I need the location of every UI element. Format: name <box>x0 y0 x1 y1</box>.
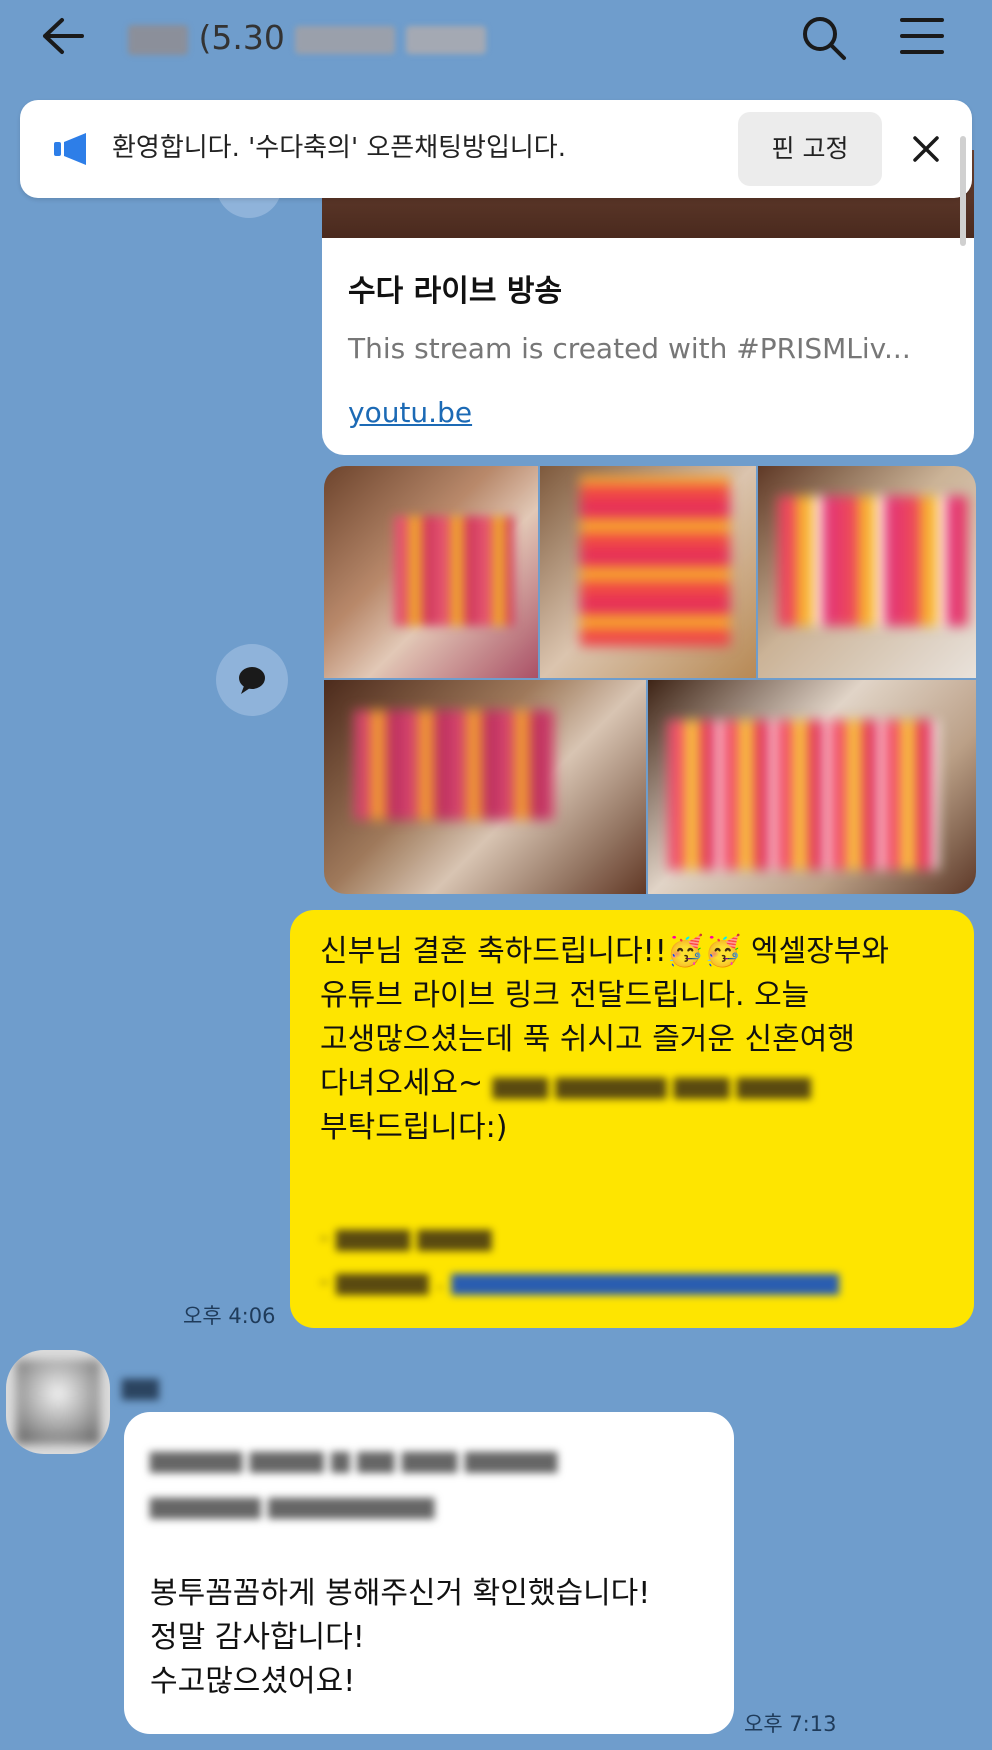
chat-bubble-icon <box>239 667 265 694</box>
link-title: 수다 라이브 방송 <box>348 274 563 309</box>
redacted-line: - ▆▆▆▆ ▆▆▆▆ <box>320 1223 492 1251</box>
their-message-bubble[interactable]: ▆▆▆▆▆ ▆▆▆▆ ▆ ▆▆ ▆▆▆ ▆▆▆▆▆ ▆▆▆▆▆▆ ▆▆▆▆▆▆▆… <box>124 1412 734 1734</box>
my-message-bubble[interactable]: 신부님 결혼 축하드립니다!!🥳🥳 엑셀장부와 유튜브 라이브 링크 전달드립니… <box>290 910 974 1328</box>
avatar[interactable] <box>6 1350 110 1454</box>
chat-header: (5.30 <box>0 0 992 80</box>
sender-name: ▆▆ <box>122 1372 159 1400</box>
photo-grid[interactable] <box>324 466 976 894</box>
share-button[interactable] <box>216 644 288 716</box>
message-line: 수고많으셨어요! <box>150 1664 356 1699</box>
message-line: 봉투꼼꼼하게 봉해주신거 확인했습니다! <box>150 1576 651 1611</box>
message-line: 부탁드립니다:) <box>320 1110 508 1145</box>
message-line: 다녀오세요~ <box>320 1066 484 1101</box>
message-time: 오후 7:13 <box>744 1712 837 1736</box>
message-line: 유튜브 라이브 링크 전달드립니다. 오늘 <box>320 978 810 1013</box>
message-line: 고생많으셨는데 푹 쉬시고 즐거운 신혼여행 <box>320 1022 855 1057</box>
megaphone-icon <box>54 133 86 165</box>
hamburger-menu-icon[interactable] <box>898 14 946 58</box>
redacted-link-line[interactable]: - ▆▆▆▆▆ . ▆▆▆▆▆▆▆▆▆▆▆▆▆▆▆▆▆▆▆▆▆ <box>320 1258 839 1303</box>
arrow-left-icon[interactable] <box>40 16 86 56</box>
photo-thumbnail[interactable] <box>540 466 756 678</box>
message-line-4: 다녀오세요~ ▆▆▆ ▆▆▆▆▆▆ ▆▆▆ ▆▆▆▆ <box>320 1062 811 1107</box>
search-icon[interactable] <box>798 12 850 64</box>
chat-title-date: 5.30 <box>211 18 285 57</box>
message-time: 오후 4:06 <box>183 1304 276 1328</box>
message-line: 정말 감사합니다! <box>150 1620 365 1655</box>
notice-text: 환영합니다. '수다축의' 오픈채팅방입니다. <box>112 133 566 163</box>
photo-thumbnail[interactable] <box>758 466 976 678</box>
chat-room-title: (5.30 <box>128 16 518 60</box>
photo-thumbnail[interactable] <box>648 680 976 894</box>
pin-button[interactable]: 핀 고정 <box>738 112 882 186</box>
message-line: 신부님 결혼 축하드립니다!!🥳🥳 엑셀장부와 <box>320 934 889 969</box>
photo-thumbnail[interactable] <box>324 466 538 678</box>
redacted-line: ▆▆▆▆▆▆ ▆▆▆▆▆▆▆▆▆ <box>150 1491 435 1519</box>
link-url[interactable]: youtu.be <box>348 396 472 429</box>
redacted-line: ▆▆▆▆▆ ▆▆▆▆ ▆ ▆▆ ▆▆▆ ▆▆▆▆▆ <box>150 1445 558 1473</box>
redacted-text: ▆▆▆ ▆▆▆▆▆▆ ▆▆▆ ▆▆▆▆ <box>492 1071 811 1099</box>
scrollbar[interactable] <box>960 136 966 246</box>
photo-thumbnail[interactable] <box>324 680 646 894</box>
notice-banner[interactable]: 환영합니다. '수다축의' 오픈채팅방입니다. 핀 고정 <box>20 100 972 246</box>
link-description: This stream is created with #PRISMLiv... <box>348 332 911 365</box>
close-icon[interactable] <box>912 135 940 163</box>
